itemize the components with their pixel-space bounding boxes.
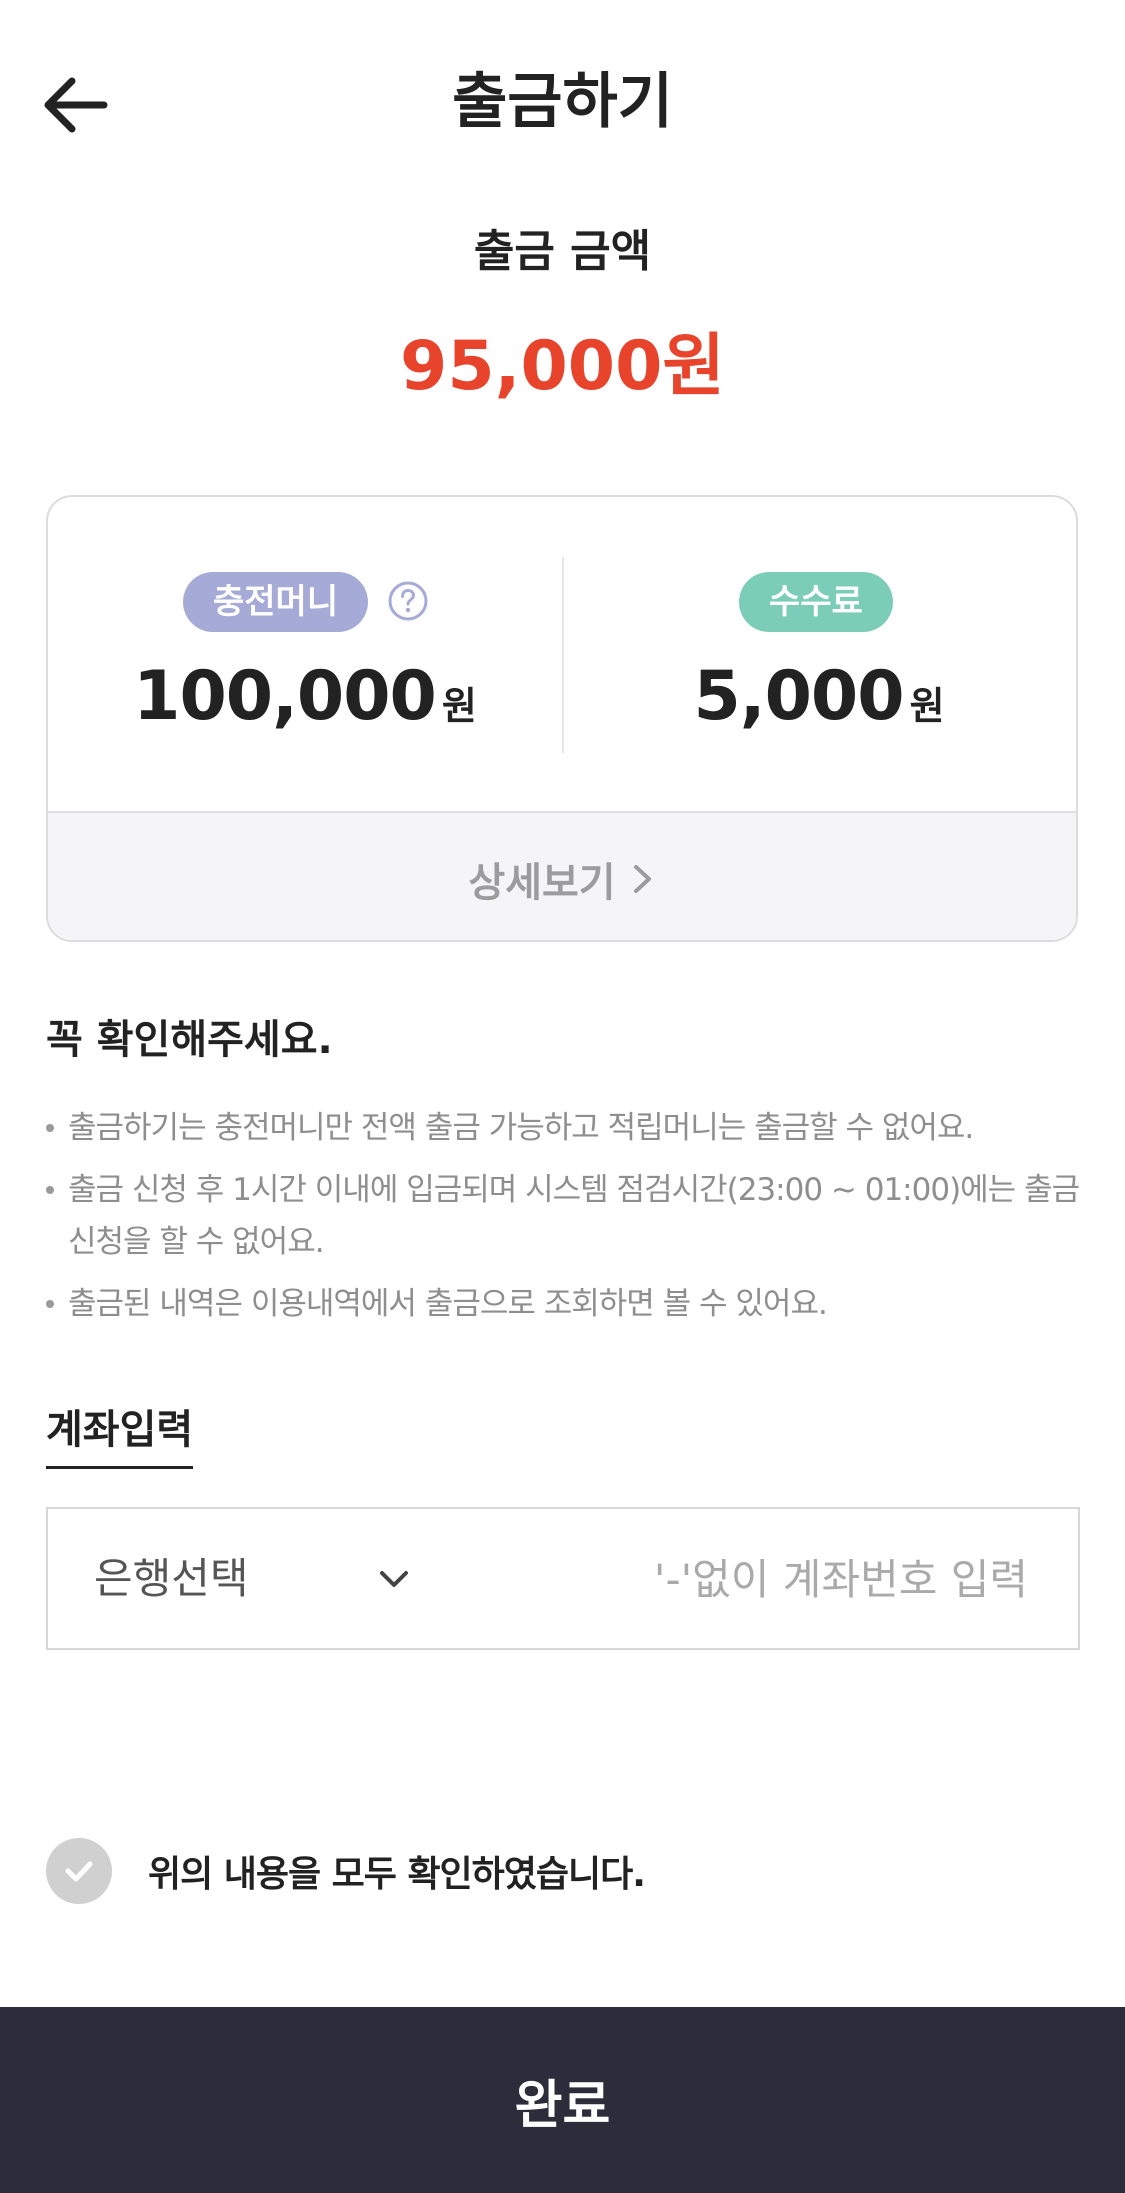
notice-item: 출금 신청 후 1시간 이내에 입금되며 시스템 점검시간(23:00 ~ 01…	[46, 1164, 1086, 1268]
notice-list: 출금하기는 충전머니만 전액 출금 가능하고 적립머니는 출금할 수 없어요. …	[46, 1102, 1086, 1340]
fee-section: 수수료 5,000 원	[562, 497, 1076, 811]
page-title: 출금하기	[452, 67, 673, 137]
agreement-label: 위의 내용을 모두 확인하였습니다.	[148, 1854, 646, 1895]
agreement-checkbox[interactable]	[46, 1838, 112, 1904]
fee-badge: 수수료	[739, 572, 893, 632]
fee-value: 5,000	[693, 657, 904, 736]
charge-money-amount: 100,000 원	[48, 657, 562, 736]
bank-select-label: 은행선택	[94, 1554, 249, 1603]
details-label: 상세보기	[468, 859, 616, 906]
account-number-input[interactable]	[508, 1529, 1068, 1629]
fee-amount: 5,000 원	[562, 657, 1076, 736]
notice-item: 출금하기는 충전머니만 전액 출금 가능하고 적립머니는 출금할 수 없어요.	[46, 1102, 1086, 1154]
summary-card: 충전머니 100,000 원 수수료 5,000 원 상세보기	[46, 495, 1078, 942]
chevron-right-icon	[633, 864, 651, 893]
withdrawal-amount-label: 출금 금액	[473, 226, 652, 277]
charge-money-badge: 충전머니	[183, 572, 369, 632]
notice-title: 꼭 확인해주세요.	[46, 1017, 333, 1063]
charge-money-value: 100,000	[133, 657, 437, 736]
account-input-group: 은행선택	[46, 1507, 1080, 1650]
withdrawal-amount-value: 95,000원	[400, 327, 725, 406]
done-button[interactable]: 완료	[0, 2007, 1125, 2193]
agreement-checkbox-row[interactable]: 위의 내용을 모두 확인하였습니다.	[46, 1838, 646, 1904]
bank-select-dropdown[interactable]: 은행선택	[48, 1509, 448, 1648]
charge-money-section: 충전머니 100,000 원	[48, 497, 562, 811]
details-button[interactable]: 상세보기	[48, 811, 1076, 940]
charge-money-unit: 원	[441, 684, 477, 728]
app-header: 출금하기	[0, 0, 1125, 210]
help-icon[interactable]	[387, 580, 429, 622]
account-section-title: 계좌입력	[46, 1400, 194, 1469]
check-icon	[65, 1861, 93, 1882]
chevron-down-icon	[380, 1571, 408, 1587]
notice-item: 출금된 내역은 이용내역에서 출금으로 조회하면 볼 수 있어요.	[46, 1278, 1086, 1330]
fee-unit: 원	[909, 684, 945, 728]
summary-card-top: 충전머니 100,000 원 수수료 5,000 원	[48, 497, 1076, 811]
